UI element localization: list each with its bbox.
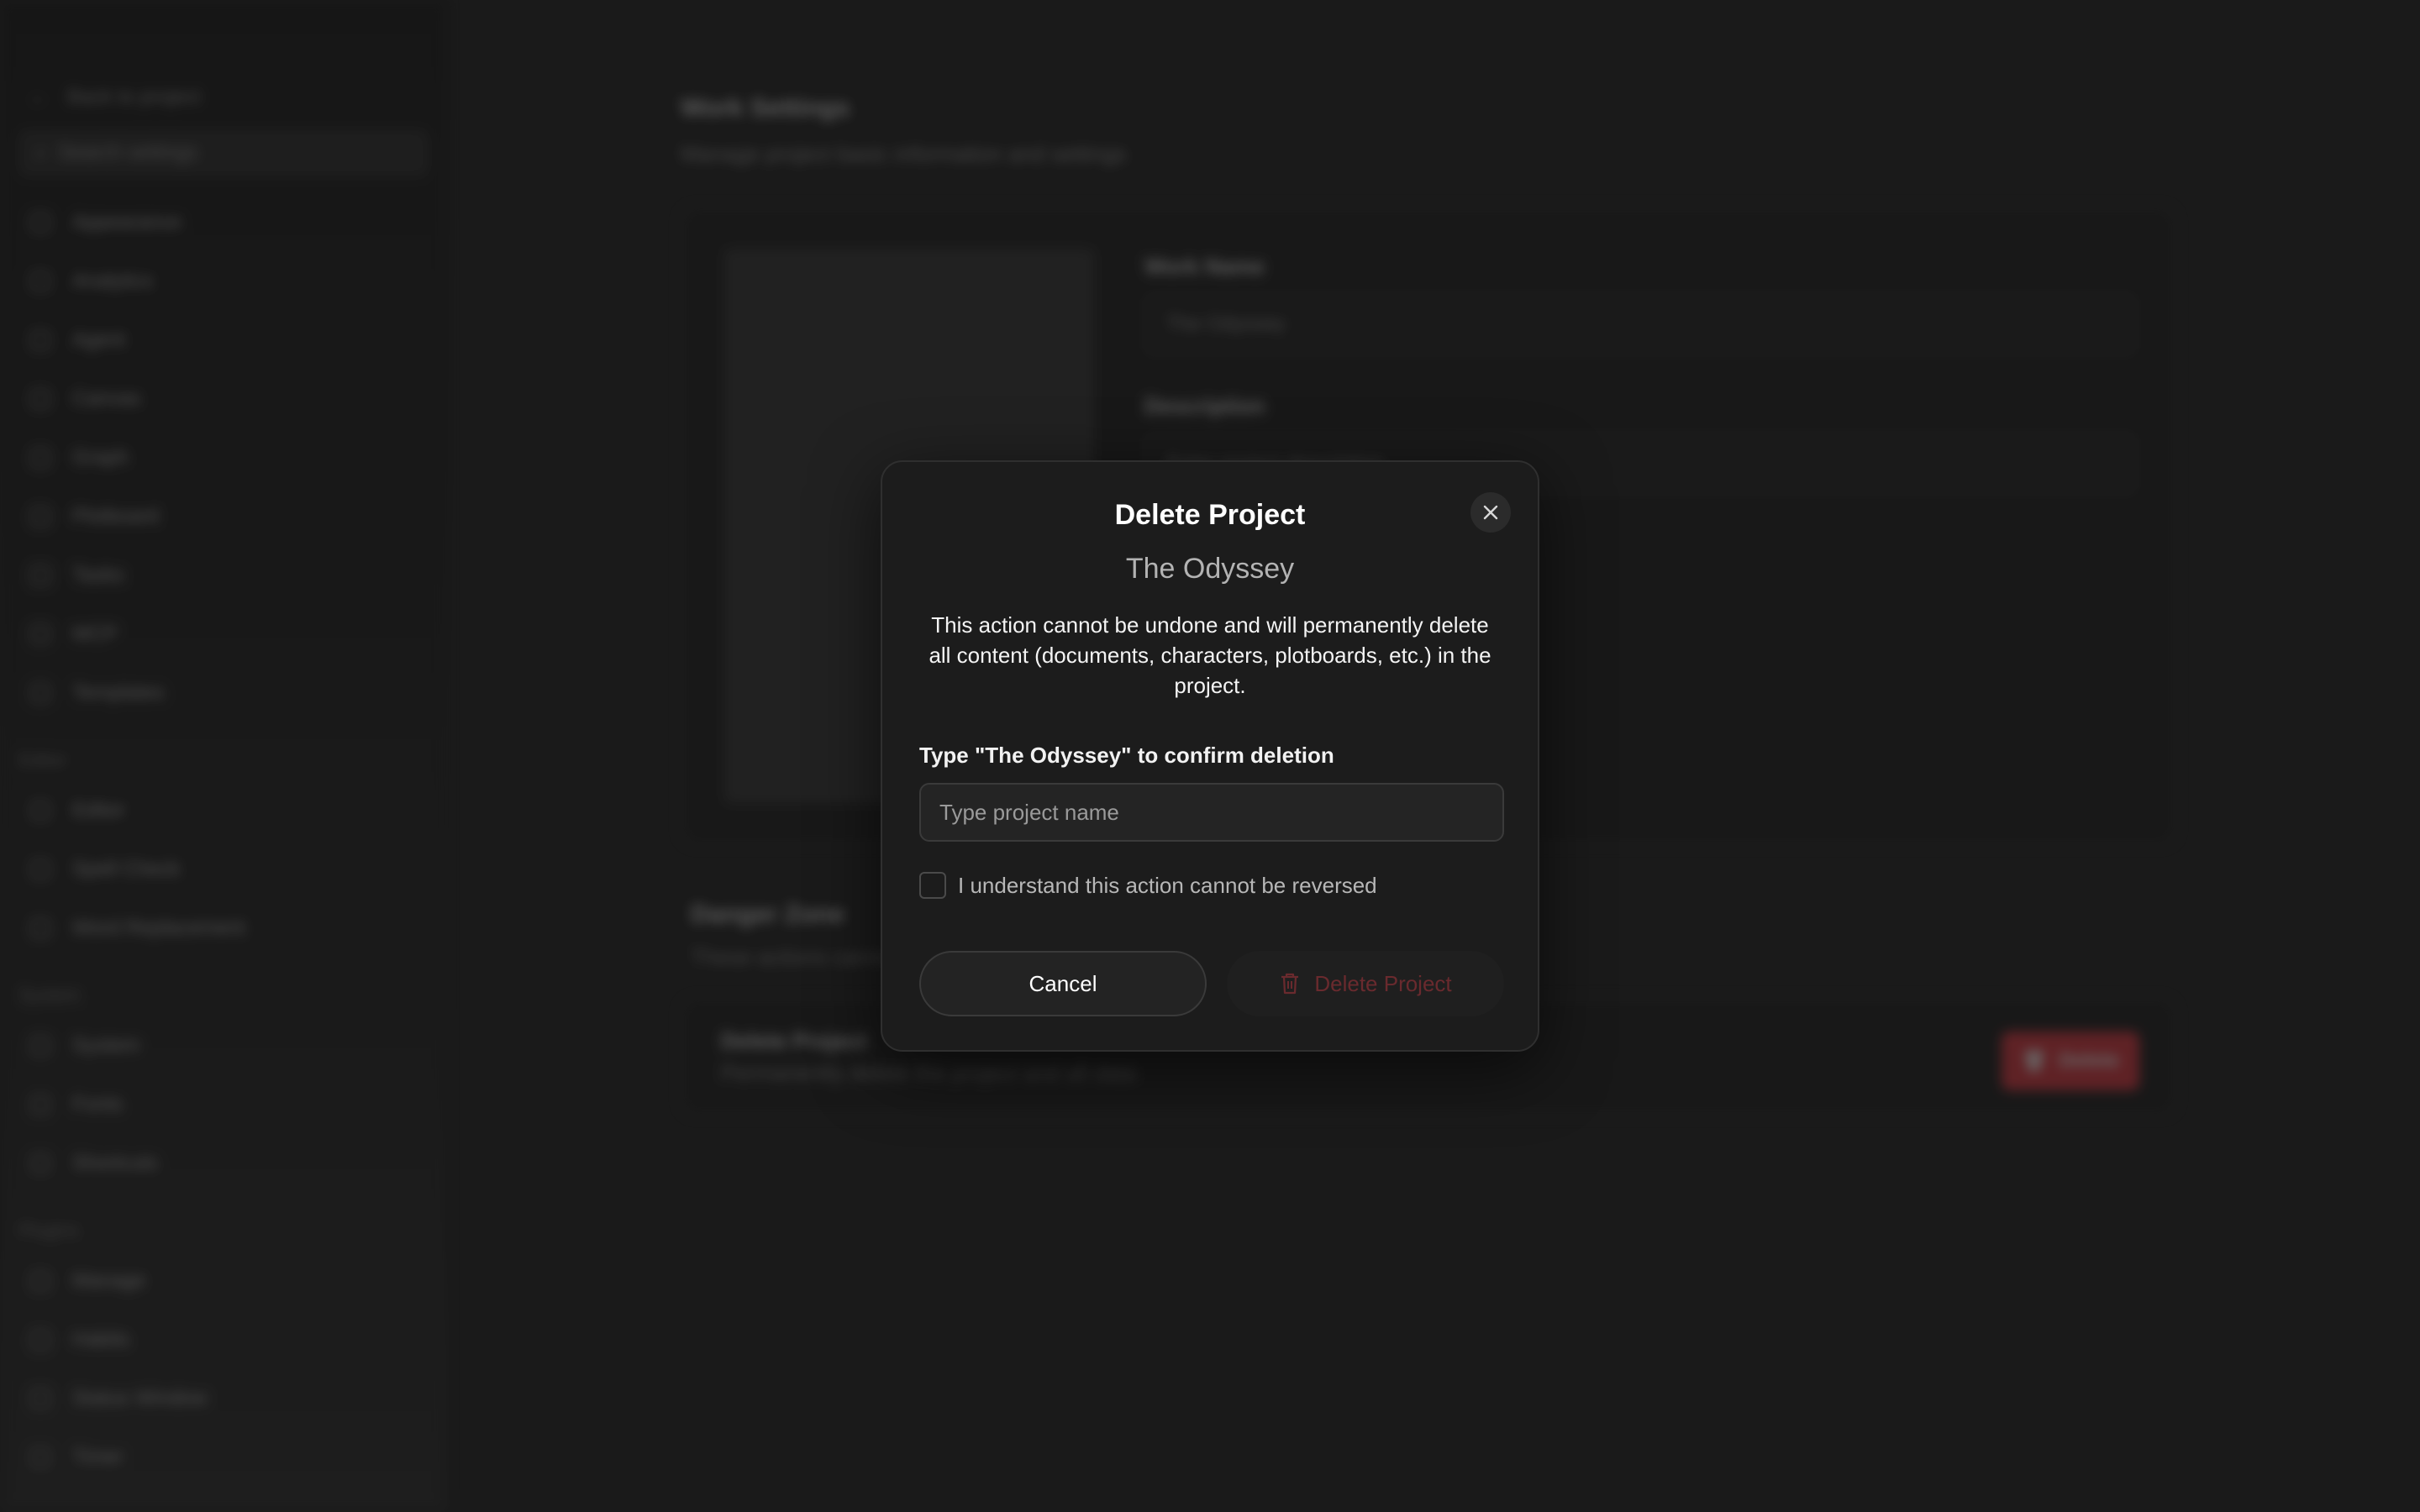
close-icon xyxy=(1483,505,1498,520)
delete-project-dialog: Delete Project The Odyssey This action c… xyxy=(881,460,1539,1052)
confirm-label: Type "The Odyssey" to confirm deletion xyxy=(919,743,1334,768)
settings-screen: ← Back to project ⌕ Search settings Appe… xyxy=(0,0,2420,1512)
close-button[interactable] xyxy=(1470,492,1511,533)
acknowledge-checkbox[interactable] xyxy=(919,872,946,899)
acknowledge-row[interactable]: I understand this action cannot be rever… xyxy=(919,869,1377,902)
delete-project-button[interactable]: Delete Project xyxy=(1227,951,1504,1016)
cancel-label: Cancel xyxy=(1028,970,1097,996)
project-name: The Odyssey xyxy=(1125,553,1295,585)
trash-icon xyxy=(1281,973,1299,995)
acknowledge-label[interactable]: I understand this action cannot be rever… xyxy=(958,873,1377,899)
project-name-input[interactable] xyxy=(919,783,1504,842)
warning-text: This action cannot be undone and will pe… xyxy=(929,612,1491,698)
dialog-title: Delete Project xyxy=(1114,499,1306,531)
delete-project-label: Delete Project xyxy=(1314,970,1452,996)
cancel-button[interactable]: Cancel xyxy=(919,951,1207,1016)
